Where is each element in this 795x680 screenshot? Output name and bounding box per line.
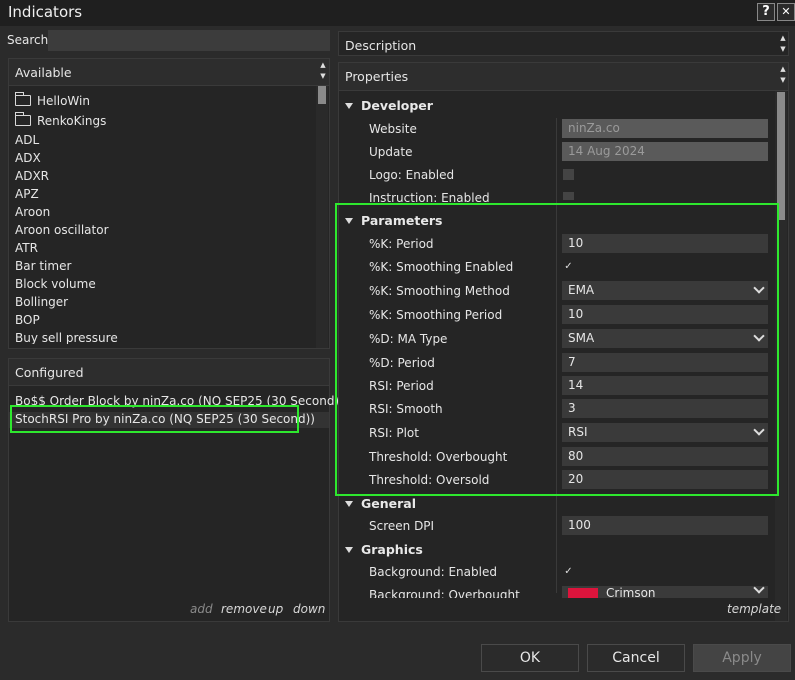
properties-header: Properties: [339, 63, 788, 91]
folder-icon: [15, 92, 31, 106]
available-item[interactable]: ADXR: [15, 169, 49, 183]
background-overbought-label: Background: Overbought: [369, 588, 520, 598]
available-item[interactable]: APZ: [15, 187, 39, 201]
available-panel: Available HelloWin RenkoKings ADL ADX ADXR AP…: [8, 58, 330, 349]
available-item[interactable]: Buy sell pressure: [15, 331, 118, 344]
background-enabled-label: Background: Enabled: [369, 565, 497, 579]
available-item-label: ADL: [15, 133, 40, 147]
template-link[interactable]: template: [727, 602, 781, 616]
available-item-label: Aroon: [15, 205, 51, 219]
logo-enabled-checkbox[interactable]: [563, 169, 574, 180]
available-item-label: APZ: [15, 187, 39, 201]
available-item[interactable]: RenkoKings: [15, 112, 107, 128]
description-panel: Description: [338, 31, 789, 56]
chevron-down-icon[interactable]: [753, 586, 765, 594]
logo-enabled-label: Logo: Enabled: [369, 168, 455, 182]
available-item[interactable]: Bar timer: [15, 259, 71, 273]
configured-header: Configured: [9, 359, 329, 386]
available-scrollbar[interactable]: [316, 86, 328, 348]
instruction-enabled-checkbox[interactable]: [563, 192, 574, 200]
properties-scroll-arrows[interactable]: ▲ ▼: [777, 64, 789, 86]
available-scroll-arrows[interactable]: ▲ ▼: [317, 60, 329, 82]
scroll-down-icon[interactable]: ▼: [778, 75, 788, 85]
scroll-up-icon[interactable]: ▲: [778, 64, 788, 74]
close-button[interactable]: ✕: [777, 3, 795, 21]
configured-panel: Configured Bo$$ Order Block by ninZa.co …: [8, 358, 344, 622]
available-item[interactable]: Bollinger: [15, 295, 68, 309]
apply-button[interactable]: Apply: [693, 644, 791, 672]
available-scroll-thumb[interactable]: [318, 86, 326, 104]
cancel-button[interactable]: Cancel: [587, 644, 685, 672]
screen-dpi-label: Screen DPI: [369, 519, 435, 533]
available-item-label: Bar timer: [15, 259, 72, 273]
scroll-up-icon[interactable]: ▲: [318, 60, 328, 70]
background-overbought-select[interactable]: Crimson: [562, 586, 768, 598]
remove-link[interactable]: remove: [221, 602, 267, 616]
highlight-configured-item: [10, 405, 299, 433]
color-swatch: [568, 588, 598, 598]
website-value: ninZa.co: [562, 119, 768, 138]
background-enabled-checkbox[interactable]: ✓: [563, 566, 574, 577]
available-item[interactable]: Aroon oscillator: [15, 223, 109, 237]
properties-scroll-thumb[interactable]: [777, 92, 785, 220]
collapse-triangle-icon[interactable]: [345, 103, 353, 109]
update-value: 14 Aug 2024: [562, 142, 768, 161]
screen-dpi-input[interactable]: 100: [562, 516, 768, 535]
available-item-label: ADX: [15, 151, 41, 165]
instruction-enabled-label: Instruction: Enabled: [369, 191, 490, 203]
scroll-down-icon[interactable]: ▼: [778, 44, 788, 54]
available-item-label: RenkoKings: [37, 114, 107, 128]
available-item-label: Block volume: [15, 277, 96, 291]
section-developer[interactable]: Developer: [345, 98, 433, 113]
available-header: Available: [9, 59, 329, 86]
description-scroll-arrows[interactable]: ▲ ▼: [777, 33, 789, 55]
available-item[interactable]: ATR: [15, 241, 38, 255]
section-general[interactable]: General: [345, 496, 416, 511]
available-item-label: Bollinger: [15, 295, 69, 309]
ok-button[interactable]: OK: [481, 644, 579, 672]
available-item-label: ADXR: [15, 169, 50, 183]
scroll-up-icon[interactable]: ▲: [778, 33, 788, 43]
window-title: Indicators: [8, 3, 83, 21]
available-item[interactable]: BOP: [15, 313, 40, 327]
available-item[interactable]: Aroon: [15, 205, 50, 219]
title-bar: [0, 0, 795, 26]
website-label: Website: [369, 122, 417, 136]
search-input[interactable]: [48, 30, 330, 51]
search-label: Search: [7, 33, 49, 47]
help-button[interactable]: ?: [757, 3, 775, 21]
available-item[interactable]: Block volume: [15, 277, 96, 291]
section-graphics[interactable]: Graphics: [345, 542, 423, 557]
available-item-label: Buy sell pressure: [15, 331, 118, 344]
collapse-triangle-icon[interactable]: [345, 547, 353, 553]
scroll-down-icon[interactable]: ▼: [318, 71, 328, 81]
add-link[interactable]: add: [190, 602, 213, 616]
available-item-label: HelloWin: [37, 94, 90, 108]
available-item[interactable]: ADX: [15, 151, 41, 165]
available-item-label: Aroon oscillator: [15, 223, 109, 237]
available-item-label: BOP: [15, 313, 40, 327]
collapse-triangle-icon[interactable]: [345, 501, 353, 507]
available-item-label: ATR: [15, 241, 38, 255]
down-link[interactable]: down: [293, 602, 325, 616]
update-label: Update: [369, 145, 413, 159]
highlight-parameters-section: [335, 203, 779, 496]
description-header: Description: [345, 38, 417, 53]
available-item[interactable]: ADL: [15, 133, 39, 147]
up-link[interactable]: up: [268, 602, 283, 616]
folder-icon: [15, 112, 31, 126]
available-item[interactable]: HelloWin: [15, 92, 90, 108]
